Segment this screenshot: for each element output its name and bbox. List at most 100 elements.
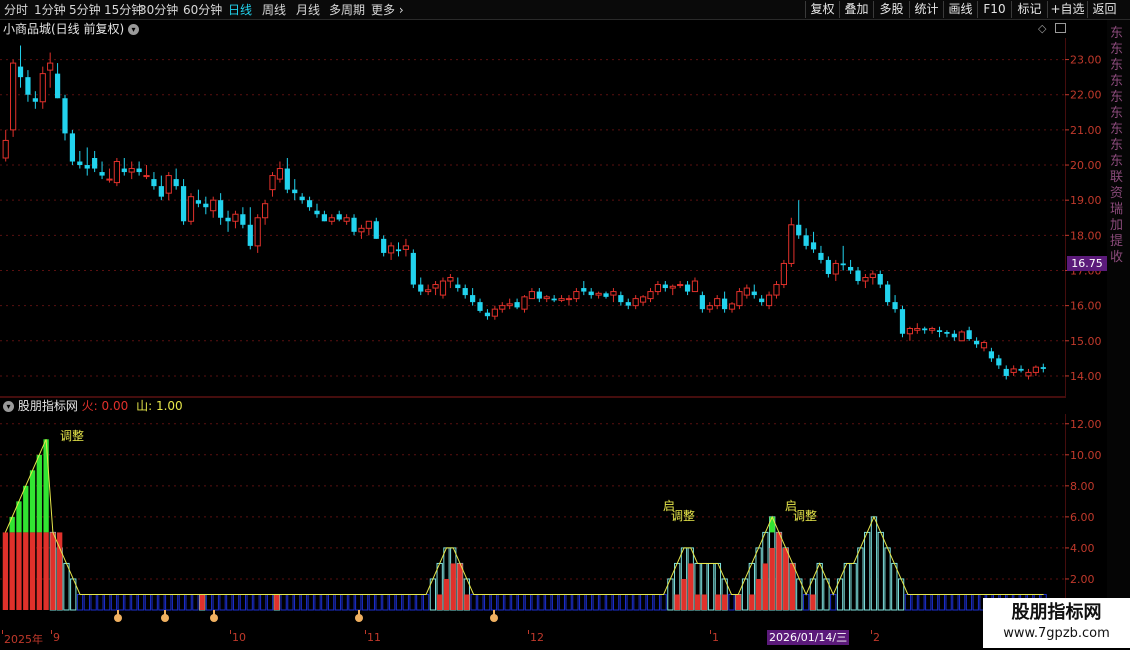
candle-body-up: [929, 327, 936, 331]
current-price-tag: 16.75: [1067, 256, 1107, 271]
flat-bar: [341, 593, 348, 611]
candle-body-down: [684, 284, 691, 292]
tab-1[interactable]: 1分钟: [34, 2, 66, 18]
tool-button-2[interactable]: 多股: [873, 1, 909, 18]
candle-body-up: [343, 217, 350, 222]
green-bar: [769, 516, 775, 533]
tab-6[interactable]: 日线: [228, 2, 252, 18]
candle-body-up: [254, 217, 261, 247]
candle-body-up: [106, 178, 113, 181]
adjust-label: 调整: [671, 508, 695, 523]
candle-body-up: [276, 168, 284, 180]
tab-5[interactable]: 60分钟: [183, 2, 222, 18]
date-tick: [51, 630, 52, 634]
flat-bar: [551, 593, 559, 611]
candle-body-up: [958, 331, 965, 342]
fire-bar: [810, 594, 816, 610]
candle-body-down: [336, 214, 342, 220]
mountain-bar: [63, 562, 70, 611]
mountain-bar: [857, 547, 864, 611]
chevron-down-icon[interactable]: ▾: [128, 24, 140, 35]
price-tick-label: 21.00: [1070, 124, 1102, 137]
tool-button-7[interactable]: +自选: [1047, 1, 1087, 18]
flat-bar: [925, 593, 932, 611]
candle-body-down: [314, 210, 320, 215]
panel-toggle-icon[interactable]: [1055, 23, 1066, 33]
candle-body-down: [455, 284, 461, 289]
tab-7[interactable]: 周线: [262, 2, 286, 18]
candle-body-down: [603, 293, 609, 297]
flat-bar: [124, 593, 131, 611]
tab-9[interactable]: 多周期: [329, 2, 365, 18]
indicator-chart[interactable]: 调整启调整启调整: [0, 414, 1065, 630]
candle-body-up: [647, 291, 654, 300]
green-bar: [9, 516, 15, 533]
candle-body-up: [595, 292, 602, 296]
candle-body-down: [551, 298, 557, 301]
candle-body-up: [506, 303, 513, 307]
candle-body-up: [714, 298, 721, 307]
candle-body-down: [225, 217, 231, 222]
tab-4[interactable]: 30分钟: [139, 2, 178, 18]
tab-0[interactable]: 分时: [4, 2, 28, 18]
tab-10[interactable]: 更多 ›: [371, 2, 404, 18]
tool-button-5[interactable]: F10: [977, 1, 1011, 18]
candle-body-up: [736, 291, 743, 307]
fire-bar: [701, 594, 707, 610]
price-tick-label: 23.00: [1070, 54, 1102, 67]
adjust-label: 调整: [60, 428, 84, 443]
chevron-down-icon[interactable]: ▾: [3, 401, 14, 412]
mountain-bar: [870, 516, 878, 611]
fire-bar: [681, 578, 687, 610]
tab-3[interactable]: 15分钟: [104, 2, 143, 18]
flat-bar: [592, 593, 599, 611]
fire-bar: [769, 547, 775, 610]
flat-bar: [334, 593, 342, 611]
price-tick-label: 15.00: [1070, 335, 1102, 348]
fire-bar: [23, 532, 29, 610]
tool-button-8[interactable]: 返回: [1087, 1, 1121, 18]
watermark-logo: 股朋指标网 www.7gpzb.com: [983, 598, 1130, 648]
tab-2[interactable]: 5分钟: [69, 2, 101, 18]
candle-body-down: [351, 217, 357, 232]
flat-bar: [212, 593, 219, 611]
flat-bar: [253, 593, 260, 611]
flat-bar: [830, 593, 837, 611]
flat-bar: [633, 593, 640, 611]
flat-bar: [368, 593, 375, 611]
tool-button-0[interactable]: 复权: [805, 1, 839, 18]
flat-bar: [517, 593, 525, 611]
mountain-bar: [816, 562, 823, 611]
flat-bar: [178, 593, 185, 611]
candle-body-down: [951, 333, 957, 338]
fire-bar: [762, 563, 769, 610]
candle-body-up: [691, 280, 699, 293]
tab-8[interactable]: 月线: [296, 2, 320, 18]
watermark-title: 股朋指标网: [1011, 602, 1102, 623]
candle-body-up: [558, 298, 565, 301]
candle-body-up: [425, 289, 432, 293]
fire-bar: [437, 594, 443, 610]
fire-bar: [457, 563, 463, 610]
flat-bar: [538, 593, 545, 611]
fire-bar: [749, 594, 755, 610]
flat-bar: [76, 593, 84, 611]
tool-button-4[interactable]: 画线: [943, 1, 977, 18]
tool-button-6[interactable]: 标记: [1011, 1, 1047, 18]
candle-body-up: [1010, 368, 1017, 373]
flat-bar: [802, 593, 810, 611]
tool-button-3[interactable]: 统计: [909, 1, 943, 18]
flat-bar: [361, 593, 369, 611]
tool-button-1[interactable]: 叠加: [839, 1, 873, 18]
flat-bar: [158, 593, 165, 611]
candle-body-down: [803, 235, 809, 246]
flat-bar: [938, 593, 945, 611]
diamond-icon[interactable]: ◇: [1038, 22, 1046, 35]
flat-bar: [558, 593, 565, 611]
candle-body-up: [639, 296, 647, 303]
candle-body-down: [62, 98, 68, 134]
fire-bar: [443, 578, 450, 610]
candlestick-chart[interactable]: [0, 38, 1065, 398]
candle-body-up: [669, 285, 676, 289]
candle-body-down: [922, 328, 928, 331]
